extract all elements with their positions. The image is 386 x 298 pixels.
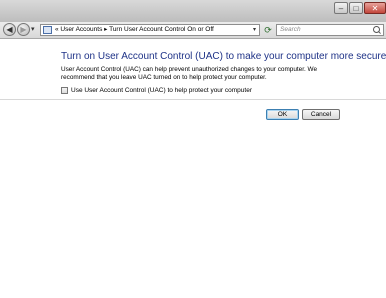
uac-checkbox-label[interactable]: Use User Account Control (UAC) to help p… [71,87,252,94]
maximize-button[interactable]: □ [349,2,363,14]
uac-checkbox[interactable] [61,87,68,94]
search-icon[interactable] [373,26,380,33]
cancel-button[interactable]: Cancel [302,109,340,120]
window-title-bar[interactable]: – □ ✕ [0,0,386,22]
search-input[interactable]: Search [276,24,384,36]
ok-button[interactable]: OK [266,109,299,120]
control-panel-icon [43,26,52,34]
window-controls: – □ ✕ [333,0,386,14]
close-button[interactable]: ✕ [364,2,386,14]
page-description: User Account Control (UAC) can help prev… [61,66,317,81]
page-title: Turn on User Account Control (UAC) to ma… [61,51,386,62]
main-content: Turn on User Account Control (UAC) to ma… [0,39,386,298]
breadcrumb[interactable]: « User Accounts ▸ Turn User Account Cont… [55,25,214,35]
divider [0,99,386,100]
search-placeholder: Search [280,26,301,33]
minimize-button[interactable]: – [334,2,348,14]
refresh-button[interactable]: ⟳ [262,24,274,36]
address-dropdown-icon[interactable]: ▾ [253,25,256,35]
navigation-bar: ◀ ▶ ▾ « User Accounts ▸ Turn User Accoun… [0,22,386,39]
back-button[interactable]: ◀ [3,23,16,36]
address-bar[interactable]: « User Accounts ▸ Turn User Account Cont… [40,24,260,36]
uac-checkbox-row[interactable]: Use User Account Control (UAC) to help p… [61,87,252,94]
forward-button[interactable]: ▶ [17,23,30,36]
recent-pages-dropdown[interactable]: ▾ [31,25,35,33]
